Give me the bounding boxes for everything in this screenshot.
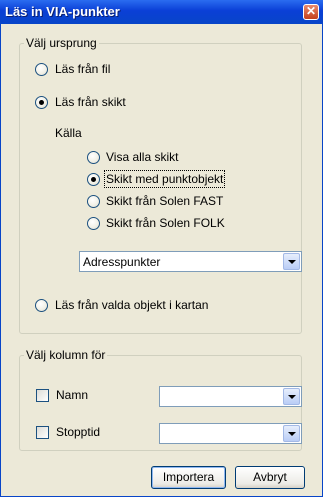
columns-group-legend: Välj kolumn för bbox=[26, 348, 106, 362]
radio-point-object-layers[interactable] bbox=[87, 173, 100, 186]
radio-read-from-layer-label: Läs från skikt bbox=[55, 95, 126, 109]
chevron-down-icon bbox=[288, 260, 296, 264]
layer-select-dropdown-button[interactable] bbox=[283, 253, 300, 270]
cancel-button[interactable]: Avbryt bbox=[235, 466, 305, 489]
window-title: Läs in VIA-punkter bbox=[5, 4, 120, 19]
stop-time-checkbox-label: Stopptid bbox=[56, 425, 101, 439]
import-button[interactable]: Importera bbox=[151, 466, 226, 489]
name-column-select[interactable] bbox=[159, 386, 302, 407]
source-group-legend: Välj ursprung bbox=[26, 36, 97, 50]
radio-selected-dot bbox=[91, 177, 96, 182]
layer-select[interactable]: Adresspunkter bbox=[79, 251, 302, 272]
radio-solen-fast-label: Skikt från Solen FAST bbox=[106, 194, 224, 208]
source-kalla-label: Källa bbox=[55, 126, 82, 140]
radio-selected-dot bbox=[39, 100, 44, 105]
radio-read-from-selected-label: Läs från valda objekt i kartan bbox=[55, 298, 209, 312]
name-column-dropdown-button[interactable] bbox=[283, 388, 300, 405]
layer-select-value: Adresspunkter bbox=[83, 255, 161, 269]
close-icon: ✕ bbox=[305, 4, 317, 18]
radio-read-from-layer[interactable] bbox=[35, 96, 48, 109]
name-checkbox-label: Namn bbox=[56, 388, 89, 402]
chevron-down-icon bbox=[288, 432, 296, 436]
radio-read-from-file[interactable] bbox=[35, 63, 48, 76]
close-button[interactable]: ✕ bbox=[303, 4, 319, 20]
radio-show-all-layers[interactable] bbox=[87, 151, 100, 164]
radio-solen-folk[interactable] bbox=[87, 217, 100, 230]
radio-solen-folk-label: Skikt från Solen FOLK bbox=[106, 216, 225, 230]
radio-read-from-selected[interactable] bbox=[35, 299, 48, 312]
radio-read-from-file-label: Läs från fil bbox=[55, 62, 111, 76]
import-button-label: Importera bbox=[162, 470, 215, 484]
stop-time-checkbox[interactable] bbox=[36, 426, 49, 439]
cancel-button-label: Avbryt bbox=[253, 470, 287, 484]
name-checkbox[interactable] bbox=[36, 389, 49, 402]
stop-time-column-dropdown-button[interactable] bbox=[283, 425, 300, 442]
chevron-down-icon bbox=[288, 395, 296, 399]
radio-solen-fast[interactable] bbox=[87, 195, 100, 208]
radio-point-object-layers-label: Skikt med punktobjekt bbox=[103, 170, 226, 188]
title-bar: Läs in VIA-punkter ✕ bbox=[0, 0, 323, 24]
stop-time-column-select[interactable] bbox=[159, 423, 302, 444]
radio-show-all-layers-label: Visa alla skikt bbox=[106, 150, 179, 164]
